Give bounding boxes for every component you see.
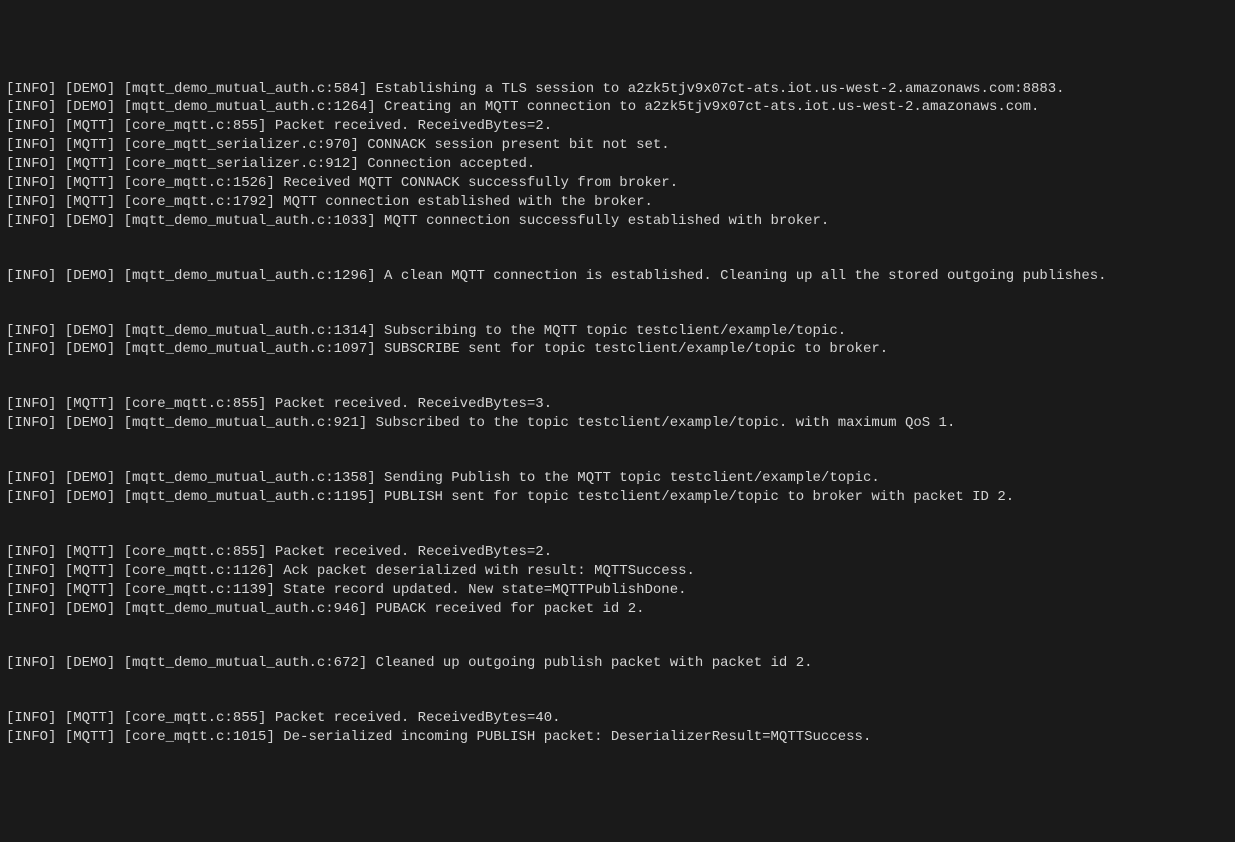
log-line: [INFO] [DEMO] [mqtt_demo_mutual_auth.c:1… [6, 469, 1229, 488]
log-line: [INFO] [DEMO] [mqtt_demo_mutual_auth.c:1… [6, 212, 1229, 231]
log-line: [INFO] [DEMO] [mqtt_demo_mutual_auth.c:1… [6, 322, 1229, 341]
blank-line [6, 286, 1229, 304]
terminal-output: [INFO] [DEMO] [mqtt_demo_mutual_auth.c:5… [6, 80, 1229, 748]
blank-line [6, 618, 1229, 636]
blank-line [6, 359, 1229, 377]
log-line: [INFO] [MQTT] [core_mqtt.c:855] Packet r… [6, 709, 1229, 728]
log-line: [INFO] [DEMO] [mqtt_demo_mutual_auth.c:1… [6, 267, 1229, 286]
blank-line [6, 304, 1229, 322]
log-line: [INFO] [MQTT] [core_mqtt.c:1015] De-seri… [6, 728, 1229, 747]
log-line: [INFO] [MQTT] [core_mqtt_serializer.c:91… [6, 155, 1229, 174]
log-line: [INFO] [MQTT] [core_mqtt.c:855] Packet r… [6, 543, 1229, 562]
blank-line [6, 249, 1229, 267]
log-line: [INFO] [DEMO] [mqtt_demo_mutual_auth.c:1… [6, 98, 1229, 117]
log-line: [INFO] [MQTT] [core_mqtt.c:1526] Receive… [6, 174, 1229, 193]
blank-line [6, 636, 1229, 654]
log-line: [INFO] [MQTT] [core_mqtt.c:1792] MQTT co… [6, 193, 1229, 212]
log-line: [INFO] [DEMO] [mqtt_demo_mutual_auth.c:1… [6, 488, 1229, 507]
log-line: [INFO] [DEMO] [mqtt_demo_mutual_auth.c:9… [6, 414, 1229, 433]
log-line: [INFO] [DEMO] [mqtt_demo_mutual_auth.c:9… [6, 600, 1229, 619]
log-line: [INFO] [MQTT] [core_mqtt.c:855] Packet r… [6, 117, 1229, 136]
log-line: [INFO] [DEMO] [mqtt_demo_mutual_auth.c:5… [6, 80, 1229, 99]
log-line: [INFO] [MQTT] [core_mqtt.c:855] Packet r… [6, 395, 1229, 414]
blank-line [6, 231, 1229, 249]
blank-line [6, 691, 1229, 709]
log-line: [INFO] [DEMO] [mqtt_demo_mutual_auth.c:6… [6, 654, 1229, 673]
blank-line [6, 507, 1229, 525]
blank-line [6, 673, 1229, 691]
log-line: [INFO] [DEMO] [mqtt_demo_mutual_auth.c:1… [6, 340, 1229, 359]
log-line: [INFO] [MQTT] [core_mqtt.c:1126] Ack pac… [6, 562, 1229, 581]
blank-line [6, 377, 1229, 395]
blank-line [6, 433, 1229, 451]
log-line: [INFO] [MQTT] [core_mqtt.c:1139] State r… [6, 581, 1229, 600]
log-line: [INFO] [MQTT] [core_mqtt_serializer.c:97… [6, 136, 1229, 155]
blank-line [6, 525, 1229, 543]
blank-line [6, 451, 1229, 469]
